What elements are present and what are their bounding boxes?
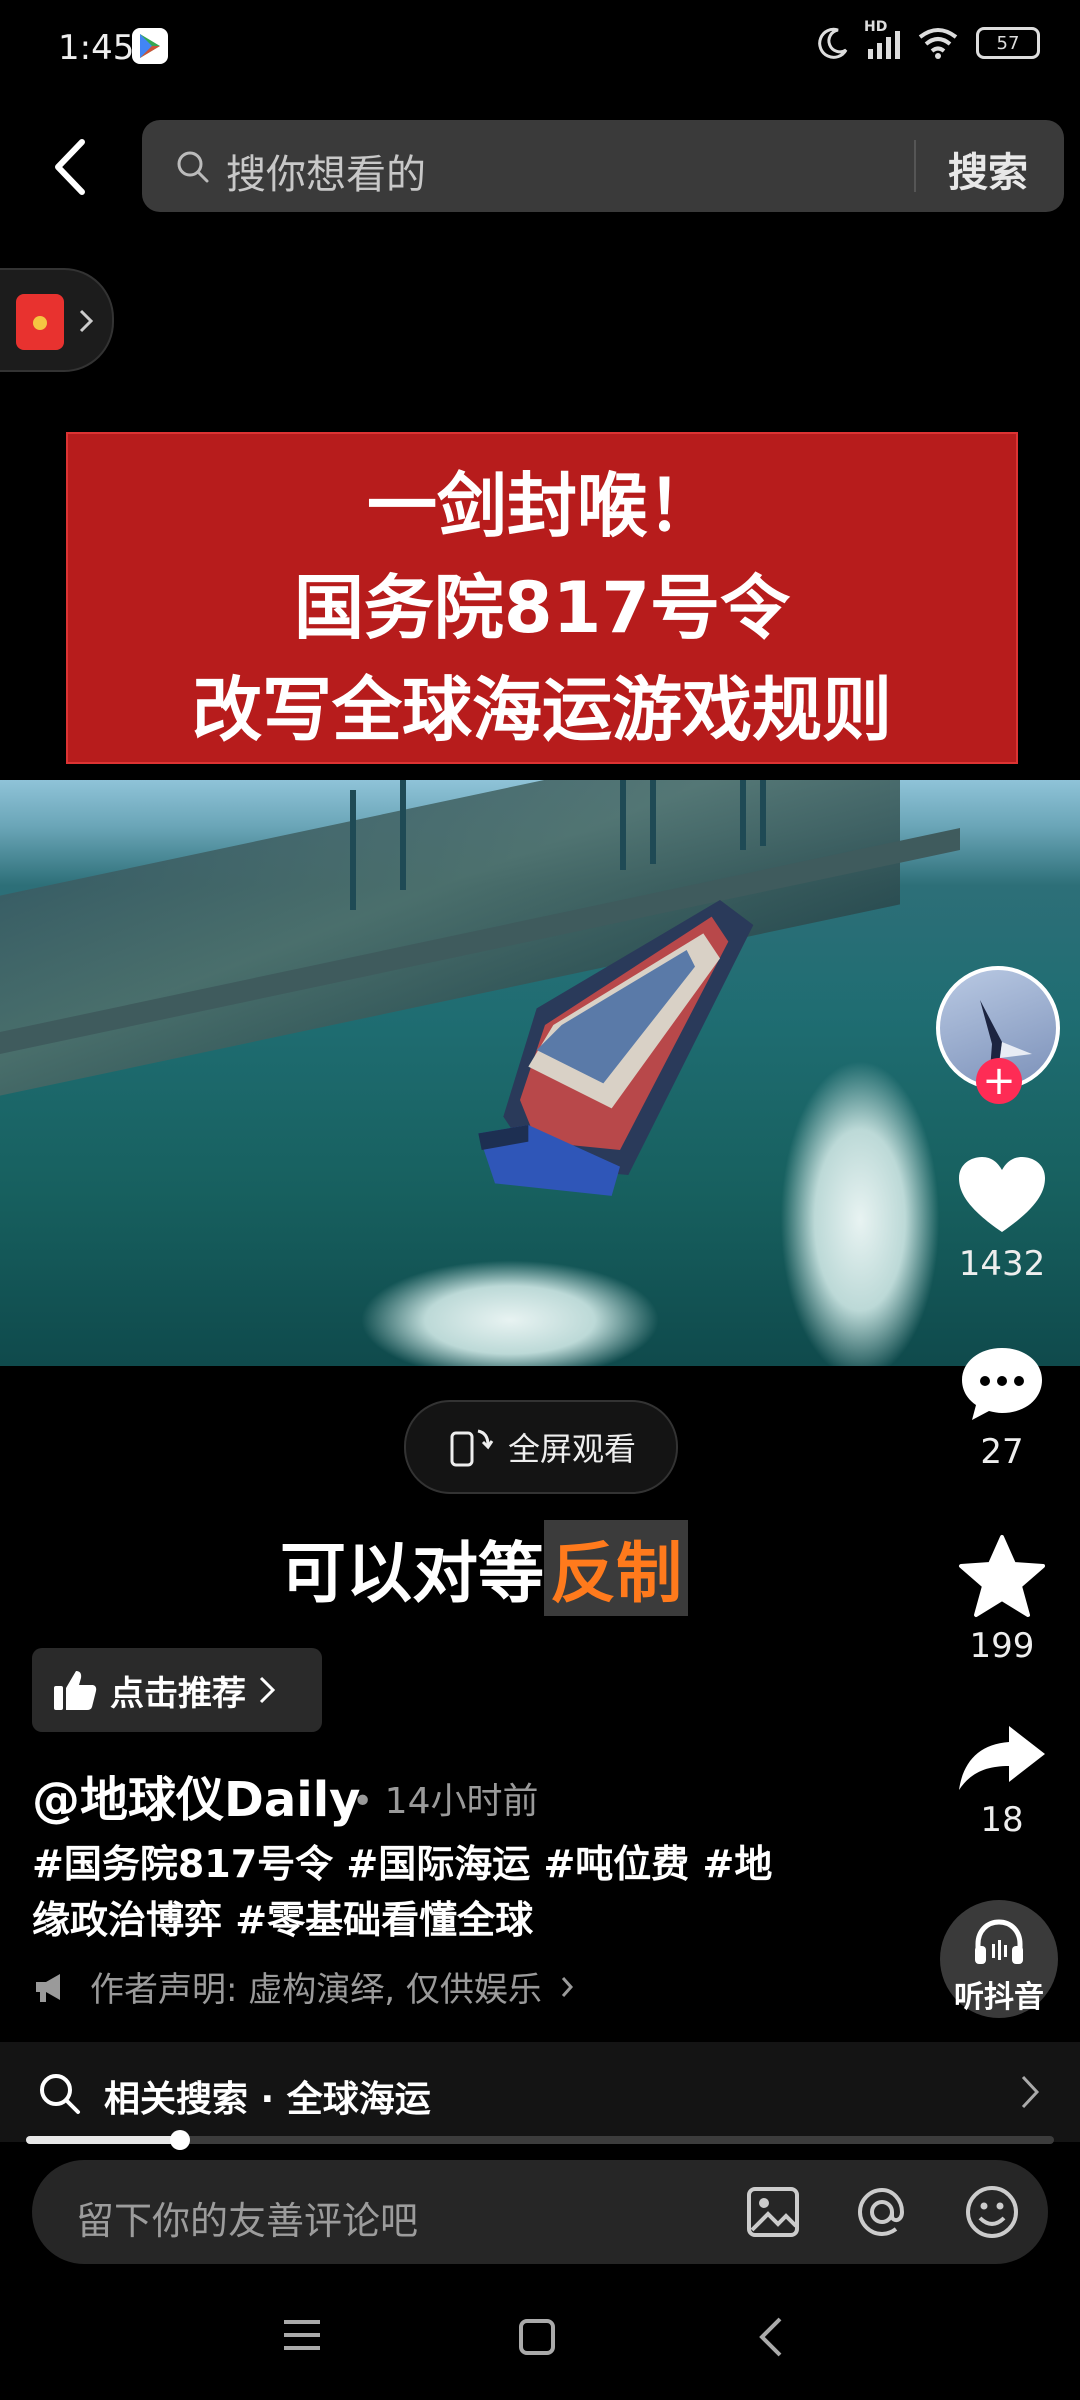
search-bar[interactable]: 搜你想看的 搜索 bbox=[142, 120, 1064, 212]
related-search-bar[interactable]: 相关搜索 · 全球海运 bbox=[0, 2042, 1080, 2142]
share-button[interactable]: 18 bbox=[940, 1722, 1064, 1840]
status-time: 1:45 bbox=[58, 28, 135, 68]
emoji-icon[interactable] bbox=[964, 2184, 1020, 2240]
back-nav-icon[interactable] bbox=[758, 2316, 784, 2358]
chevron-right-icon bbox=[79, 309, 94, 333]
listen-label: 听抖音 bbox=[954, 1980, 1044, 2015]
chevron-right-icon bbox=[259, 1676, 276, 1704]
favorite-button[interactable]: 199 bbox=[940, 1534, 1064, 1666]
container-ship bbox=[478, 900, 754, 1196]
hashtags-line-2[interactable]: 缘政治博弈 #零基础看懂全球 bbox=[32, 1892, 812, 1948]
megaphone-icon bbox=[36, 1973, 60, 2002]
hashtags-line-1[interactable]: #国务院817号令 #国际海运 #吨位费 #地 bbox=[32, 1836, 812, 1892]
chevron-right-icon bbox=[1021, 2075, 1040, 2109]
share-count: 18 bbox=[980, 1800, 1024, 1840]
headline-line-3: 改写全球海运游戏规则 bbox=[192, 669, 892, 751]
hashtags[interactable]: #国务院817号令 #国际海运 #吨位费 #地 缘政治博弈 #零基础看懂全球 bbox=[32, 1836, 812, 1948]
share-arrow-icon bbox=[959, 1726, 1045, 1790]
follow-plus-button[interactable]: + bbox=[976, 1058, 1022, 1104]
video-frame-container-ship[interactable] bbox=[0, 780, 1080, 1366]
image-icon[interactable] bbox=[746, 2186, 800, 2238]
comment-bubble-icon bbox=[962, 1348, 1042, 1420]
fullscreen-label: 全屏观看 bbox=[507, 1430, 636, 1468]
progress-knob[interactable] bbox=[170, 2130, 191, 2150]
heart-icon bbox=[959, 1157, 1045, 1232]
headline-line-2: 国务院817号令 bbox=[293, 567, 791, 649]
headphones-icon bbox=[975, 1919, 1023, 1964]
caption-text: 可以对等 bbox=[280, 1534, 544, 1612]
disclaimer-text: 作者声明: 虚构演绎, 仅供娱乐 bbox=[90, 1970, 542, 2010]
rotate-screen-icon bbox=[450, 1429, 494, 1467]
search-button[interactable]: 搜索 bbox=[948, 140, 1028, 198]
mention-icon[interactable] bbox=[854, 2184, 910, 2240]
menu-icon[interactable] bbox=[282, 2318, 322, 2352]
search-icon bbox=[177, 151, 209, 183]
back-button[interactable] bbox=[40, 130, 100, 204]
progress-fill bbox=[26, 2136, 181, 2144]
author-name[interactable]: @地球仪Daily bbox=[32, 1760, 360, 1830]
video-caption: 可以对等 反制 bbox=[280, 1520, 688, 1616]
wifi-icon bbox=[918, 28, 958, 59]
home-icon[interactable] bbox=[518, 2318, 556, 2356]
red-packet-icon bbox=[16, 294, 64, 350]
like-count: 1432 bbox=[958, 1244, 1046, 1284]
thumbs-up-icon bbox=[54, 1671, 97, 1710]
like-button[interactable]: 1432 bbox=[940, 1156, 1064, 1284]
search-input[interactable]: 搜你想看的 bbox=[226, 142, 426, 200]
favorite-count: 199 bbox=[969, 1626, 1035, 1666]
hd-label: HD bbox=[864, 19, 888, 35]
comment-input-bar[interactable]: 留下你的友善评论吧 bbox=[32, 2160, 1048, 2264]
recommend-label: 点击推荐 bbox=[110, 1673, 246, 1714]
fullscreen-button[interactable]: 全屏观看 bbox=[404, 1400, 678, 1494]
comment-count: 27 bbox=[980, 1432, 1024, 1472]
headline-banner: 一剑封喉！ 国务院817号令 改写全球海运游戏规则 bbox=[66, 432, 1018, 764]
star-icon bbox=[959, 1535, 1045, 1617]
play-store-icon bbox=[132, 28, 168, 64]
chevron-left-icon bbox=[55, 139, 85, 195]
video-progress-bar[interactable] bbox=[26, 2130, 1054, 2150]
search-icon bbox=[40, 2074, 80, 2114]
signal-icon: HD bbox=[864, 19, 900, 59]
moon-icon bbox=[818, 27, 848, 59]
search-divider bbox=[914, 140, 916, 192]
status-icons: HD 57 bbox=[816, 19, 1040, 60]
chevron-right-icon bbox=[561, 1976, 573, 1997]
related-search-text: 相关搜索 · 全球海运 bbox=[104, 2079, 431, 2120]
red-packet-button[interactable] bbox=[0, 268, 114, 372]
battery-indicator: 57 bbox=[976, 27, 1040, 59]
author-disclaimer[interactable]: 作者声明: 虚构演绎, 仅供娱乐 bbox=[32, 1962, 574, 2011]
caption-highlight: 反制 bbox=[544, 1520, 688, 1616]
system-navigation-bar bbox=[0, 2272, 1080, 2400]
comment-button[interactable]: 27 bbox=[940, 1344, 1064, 1472]
post-time: • 14小时前 bbox=[352, 1781, 539, 1822]
comment-input[interactable]: 留下你的友善评论吧 bbox=[76, 2190, 418, 2245]
recommend-button[interactable]: 点击推荐 bbox=[32, 1648, 322, 1732]
headline-line-1: 一剑封喉！ bbox=[367, 465, 717, 547]
